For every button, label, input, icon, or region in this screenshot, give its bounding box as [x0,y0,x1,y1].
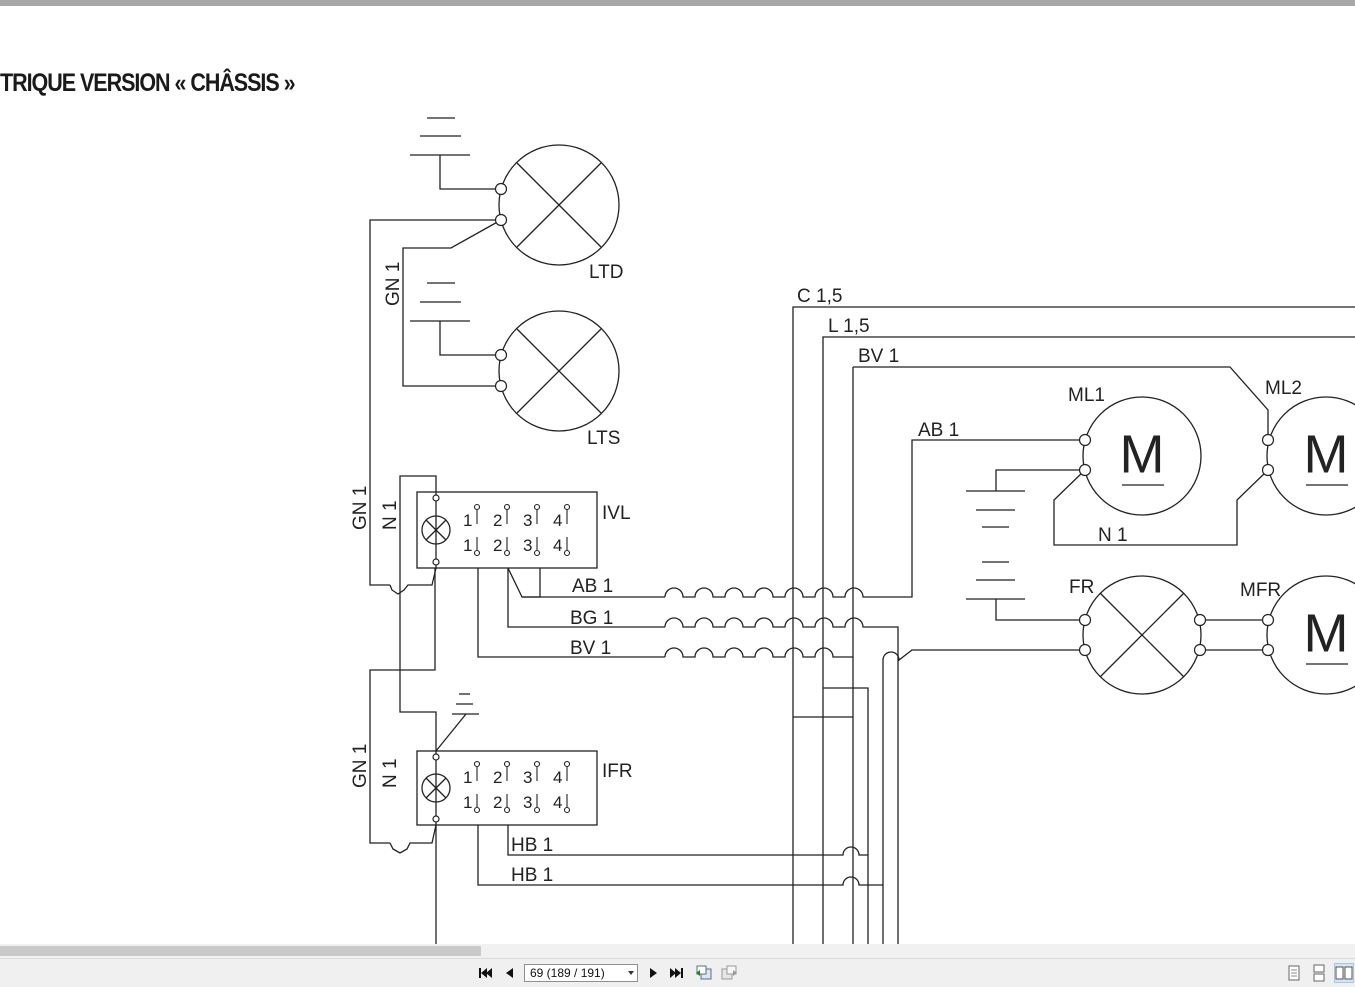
switch-ivl [416,491,598,569]
wire-label-n1-motor: N 1 [1098,525,1128,546]
label-fr: FR [1069,577,1094,598]
page-number-select[interactable]: 69 (189 / 191) [524,964,638,982]
wire-label-c15: C 1,5 [797,286,842,307]
ivl-contact-bottom-1: 1 [463,536,472,555]
ifr-contact-bottom-1: 1 [463,793,472,812]
ground-symbol-ifr [435,693,479,752]
wire-label-hb1-a: HB 1 [511,835,553,856]
ifr-contact-top-1: 1 [463,768,472,787]
ivl-contact-top-1: 1 [463,511,472,530]
wire-label-bv1-ivl: BV 1 [570,638,611,659]
next-view-icon [721,965,737,980]
first-page-button[interactable] [476,965,494,981]
ifr-contact-top-3: 3 [523,768,532,787]
previous-page-button[interactable] [500,965,518,981]
wire-label-ab1-motor: AB 1 [918,420,959,441]
label-ifr: IFR [602,761,633,782]
next-page-icon [650,968,657,978]
lamp-ltd [498,144,620,266]
label-ml1: ML1 [1068,385,1105,406]
continuous-view-button[interactable] [1310,964,1328,982]
motor-mfr-symbol: M [1304,603,1349,663]
single-page-view-button[interactable] [1285,964,1303,982]
last-page-button[interactable] [668,965,686,981]
lamp-lts [498,310,620,432]
ifr-contact-bottom-3: 3 [523,793,532,812]
wire-label-n1-ifr: N 1 [380,758,401,788]
ivl-contact-bottom-2: 2 [493,536,502,555]
label-ivl: IVL [602,503,631,524]
wire-label-gn1-ifr: GN 1 [350,744,371,788]
horizontal-scrollbar[interactable] [0,944,1355,958]
wire-label-ab1-ivl: AB 1 [572,576,613,597]
next-page-button[interactable] [644,965,662,981]
wire-label-gn1-top: GN 1 [383,262,404,306]
viewer-toolbar: 69 (189 / 191) [0,958,1355,987]
previous-view-button[interactable] [695,965,713,981]
next-view-button[interactable] [720,965,738,981]
page-number-value: 69 (189 / 191) [530,966,605,980]
last-page-icon [670,968,683,978]
label-mfr: MFR [1240,580,1281,601]
previous-page-icon [506,968,513,978]
chevron-down-icon [628,971,634,975]
label-lts: LTS [587,428,620,449]
motor-ml2-symbol: M [1304,424,1349,484]
wire-label-l15: L 1,5 [828,316,870,337]
ifr-contact-bottom-4: 4 [553,793,562,812]
wire-label-hb1-b: HB 1 [511,865,553,886]
continuous-view-icon [1313,964,1325,982]
first-page-icon [479,968,492,978]
facing-pages-view-icon [1335,966,1353,980]
ivl-contact-bottom-4: 4 [553,536,562,555]
ground-symbol-ltd [410,117,500,190]
ifr-contact-top-2: 2 [493,768,502,787]
lamp-fr [1082,575,1202,695]
horizontal-scrollbar-thumb[interactable] [0,946,481,956]
ivl-contact-top-4: 4 [553,511,562,530]
facing-pages-view-button[interactable] [1334,963,1354,983]
wiring-diagram: 1 2 3 4 1 2 3 4 1 2 3 4 1 2 3 4 LTD LTS … [350,117,1355,944]
ivl-contact-top-3: 3 [523,511,532,530]
ground-symbol-lts [410,282,500,356]
single-page-view-icon [1288,965,1300,981]
wire-label-bv1-top: BV 1 [858,346,899,367]
ifr-contact-bottom-2: 2 [493,793,502,812]
wire-label-gn1-ivl: GN 1 [350,486,371,530]
label-ml2: ML2 [1265,378,1302,399]
motor-ml1-symbol: M [1120,424,1165,484]
ivl-contact-top-2: 2 [493,511,502,530]
wire-label-n1-ivl: N 1 [380,500,401,530]
wire-label-bg1: BG 1 [570,608,613,629]
ifr-contact-top-4: 4 [553,768,562,787]
previous-view-icon [696,965,712,980]
label-ltd: LTD [589,262,623,283]
ivl-contact-bottom-3: 3 [523,536,532,555]
